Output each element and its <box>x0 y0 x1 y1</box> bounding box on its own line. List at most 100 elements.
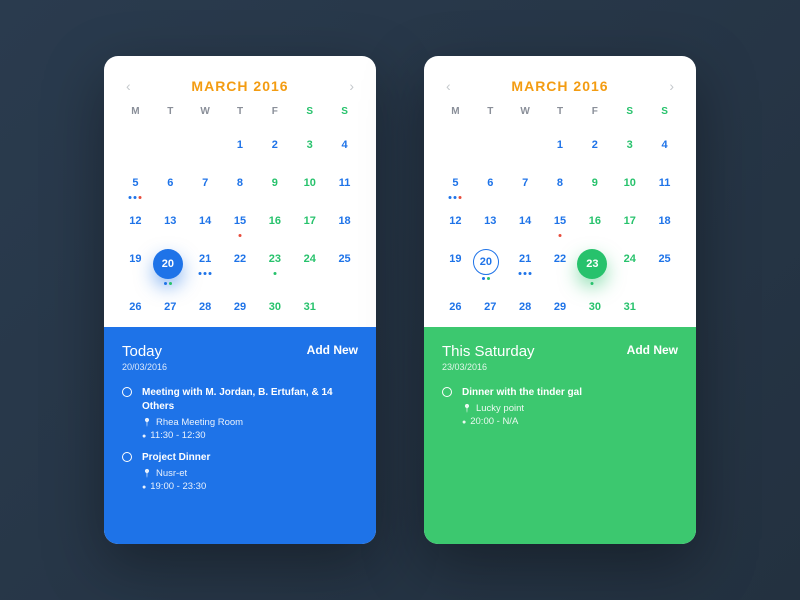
day-of-week: S <box>327 106 362 117</box>
clock-icon <box>142 480 146 493</box>
event-location: Rhea Meeting Room <box>142 416 358 429</box>
event-title: Meeting with M. Jordan, B. Ertufan, & 14… <box>142 386 358 414</box>
day-cell[interactable]: 26 <box>118 297 153 317</box>
day-cell[interactable]: 14 <box>508 211 543 231</box>
day-cell[interactable]: 3 <box>292 135 327 155</box>
day-cell[interactable]: 10 <box>292 173 327 193</box>
location-icon <box>142 467 152 480</box>
day-cell[interactable]: 1 <box>223 135 258 155</box>
day-cell[interactable]: 15 <box>223 211 258 231</box>
event-location: Lucky point <box>462 402 582 415</box>
calendar-card: ‹MARCH 2016›MTWTFSS123456789101112131415… <box>104 56 376 544</box>
day-cell[interactable]: 20 <box>153 249 183 279</box>
timeline-dot-icon <box>122 452 132 462</box>
day-cell[interactable]: 29 <box>223 297 258 317</box>
day-cell[interactable]: 25 <box>647 249 682 269</box>
day-cell[interactable]: 25 <box>327 249 362 269</box>
day-cell[interactable]: 7 <box>508 173 543 193</box>
prev-month-button[interactable]: ‹ <box>126 78 131 94</box>
day-cell[interactable]: 2 <box>577 135 612 155</box>
day-cell[interactable]: 18 <box>327 211 362 231</box>
day-cell[interactable]: 11 <box>327 173 362 193</box>
event-time: 20:00 - N/A <box>462 415 582 428</box>
day-cell[interactable]: 21 <box>188 249 223 269</box>
day-cell[interactable]: 17 <box>612 211 647 231</box>
day-cell[interactable]: 31 <box>292 297 327 317</box>
selected-day-date: 20/03/2016 <box>122 362 167 372</box>
day-cell[interactable]: 10 <box>612 173 647 193</box>
month-bar: ‹ MARCH 2016 › <box>104 56 376 104</box>
day-cell[interactable]: 24 <box>612 249 647 269</box>
day-cell[interactable]: 30 <box>257 297 292 317</box>
day-cell[interactable]: 23 <box>577 249 607 279</box>
day-cell[interactable]: 16 <box>257 211 292 231</box>
day-cell[interactable]: 11 <box>647 173 682 193</box>
day-of-week: S <box>612 106 647 117</box>
clock-icon <box>142 429 146 442</box>
day-cell[interactable]: 23 <box>257 249 292 269</box>
day-cell[interactable]: 26 <box>438 297 473 317</box>
prev-month-button[interactable]: ‹ <box>446 78 451 94</box>
day-cell[interactable]: 19 <box>438 249 473 269</box>
day-cell[interactable]: 22 <box>223 249 258 269</box>
day-of-week: S <box>292 106 327 117</box>
event-title: Project Dinner <box>142 451 210 465</box>
day-cell[interactable]: 5 <box>438 173 473 193</box>
day-cell[interactable]: 19 <box>118 249 153 269</box>
day-cell[interactable]: 17 <box>292 211 327 231</box>
day-cell[interactable]: 20 <box>473 249 499 275</box>
add-new-button[interactable]: Add New <box>307 343 358 357</box>
day-cell[interactable]: 6 <box>473 173 508 193</box>
day-cell[interactable]: 7 <box>188 173 223 193</box>
day-cell[interactable]: 8 <box>543 173 578 193</box>
day-cell[interactable]: 27 <box>153 297 188 317</box>
day-of-week: W <box>508 106 543 117</box>
day-cell[interactable]: 8 <box>223 173 258 193</box>
day-cell[interactable]: 2 <box>257 135 292 155</box>
selected-day-label: This Saturday <box>442 343 535 360</box>
day-cell[interactable]: 4 <box>327 135 362 155</box>
day-cell[interactable]: 1 <box>543 135 578 155</box>
day-cell[interactable]: 27 <box>473 297 508 317</box>
day-cell[interactable]: 15 <box>543 211 578 231</box>
calendar-card: ‹MARCH 2016›MTWTFSS123456789101112131415… <box>424 56 696 544</box>
day-cell[interactable]: 13 <box>473 211 508 231</box>
day-cell[interactable]: 12 <box>438 211 473 231</box>
selected-day-label: Today <box>122 343 167 360</box>
event-time: 11:30 - 12:30 <box>142 429 358 442</box>
day-cell[interactable]: 28 <box>188 297 223 317</box>
day-cell[interactable]: 21 <box>508 249 543 269</box>
month-bar: ‹MARCH 2016› <box>424 56 696 104</box>
day-of-week: S <box>647 106 682 117</box>
day-cell[interactable]: 30 <box>577 297 612 317</box>
day-cell[interactable]: 4 <box>647 135 682 155</box>
day-cell[interactable]: 3 <box>612 135 647 155</box>
event-item[interactable]: Dinner with the tinder gal Lucky point20:… <box>442 386 678 429</box>
day-cell[interactable]: 9 <box>257 173 292 193</box>
day-cell[interactable]: 12 <box>118 211 153 231</box>
event-item[interactable]: Meeting with M. Jordan, B. Ertufan, & 14… <box>122 386 358 443</box>
next-month-button[interactable]: › <box>349 78 354 94</box>
add-new-button[interactable]: Add New <box>627 343 678 357</box>
day-cell[interactable]: 31 <box>612 297 647 317</box>
day-cell[interactable]: 16 <box>577 211 612 231</box>
day-cell[interactable]: 22 <box>543 249 578 269</box>
day-of-week: T <box>153 106 188 117</box>
timeline-dot-icon <box>442 387 452 397</box>
day-cell[interactable]: 29 <box>543 297 578 317</box>
next-month-button[interactable]: › <box>669 78 674 94</box>
day-of-week: F <box>257 106 292 117</box>
day-cell[interactable]: 9 <box>577 173 612 193</box>
day-cell[interactable]: 24 <box>292 249 327 269</box>
day-of-week: M <box>118 106 153 117</box>
day-cell[interactable]: 18 <box>647 211 682 231</box>
event-title: Dinner with the tinder gal <box>462 386 582 400</box>
day-cell[interactable]: 6 <box>153 173 188 193</box>
day-cell[interactable]: 13 <box>153 211 188 231</box>
event-panel: This Saturday23/03/2016Add NewDinner wit… <box>424 327 696 544</box>
day-cell[interactable]: 28 <box>508 297 543 317</box>
day-cell[interactable]: 5 <box>118 173 153 193</box>
day-cell[interactable]: 14 <box>188 211 223 231</box>
month-title: MARCH 2016 <box>191 78 288 94</box>
event-item[interactable]: Project DinnerNusr-et19:00 - 23:30 <box>122 451 358 494</box>
